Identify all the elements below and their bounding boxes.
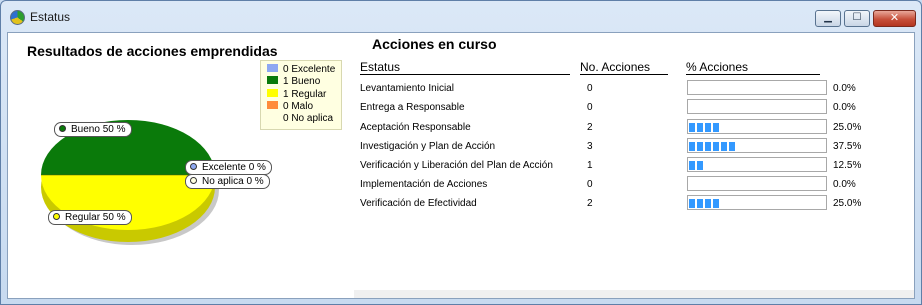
progress-fill xyxy=(689,161,705,170)
progress-bar xyxy=(687,80,827,95)
minimize-button[interactable]: ▁ xyxy=(815,10,841,27)
percent-cell: 37.5% xyxy=(833,141,862,152)
app-icon xyxy=(10,10,25,25)
count-cell: 3 xyxy=(587,141,593,152)
percent-cell: 0.0% xyxy=(833,179,856,190)
legend-label: 0 Excelente xyxy=(283,64,336,75)
window-title: Estatus xyxy=(30,10,71,24)
header-percent: % Acciones xyxy=(686,60,820,75)
count-cell: 2 xyxy=(587,122,593,133)
progress-fill xyxy=(689,142,737,151)
legend-swatch xyxy=(267,64,278,73)
percent-cell: 0.0% xyxy=(833,102,856,113)
title-bar[interactable]: Estatus ▁ ☐ ✕ xyxy=(1,1,921,31)
actions-title: Acciones en curso xyxy=(372,36,497,52)
progress-bar xyxy=(687,157,827,172)
percent-cell: 12.5% xyxy=(833,160,862,171)
status-cell: Aceptación Responsable xyxy=(360,122,471,133)
progress-fill xyxy=(689,123,721,132)
estatus-window: Estatus ▁ ☐ ✕ Resultados de acciones emp… xyxy=(0,0,922,305)
count-cell: 0 xyxy=(587,83,593,94)
count-cell: 2 xyxy=(587,198,593,209)
table-row: Verificación de Efectividad 2 25.0% xyxy=(8,195,914,217)
header-count: No. Acciones xyxy=(580,60,668,75)
percent-cell: 0.0% xyxy=(833,83,856,94)
progress-bar xyxy=(687,138,827,153)
count-cell: 0 xyxy=(587,179,593,190)
maximize-button[interactable]: ☐ xyxy=(844,10,870,27)
window-content: Resultados de acciones emprendidas 0 Exc… xyxy=(7,32,915,299)
status-cell: Verificación y Liberación del Plan de Ac… xyxy=(360,160,553,171)
progress-bar xyxy=(687,99,827,114)
bottom-panel xyxy=(354,290,914,298)
pie-chart-title: Resultados de acciones emprendidas xyxy=(27,43,278,59)
status-cell: Levantamiento Inicial xyxy=(360,83,454,94)
percent-cell: 25.0% xyxy=(833,198,862,209)
progress-bar xyxy=(687,176,827,191)
percent-cell: 25.0% xyxy=(833,122,862,133)
status-cell: Verificación de Efectividad xyxy=(360,198,477,209)
status-cell: Entrega a Responsable xyxy=(360,102,465,113)
count-cell: 0 xyxy=(587,102,593,113)
count-cell: 1 xyxy=(587,160,593,171)
progress-fill xyxy=(689,199,721,208)
close-button[interactable]: ✕ xyxy=(873,10,916,27)
status-cell: Implementación de Acciones xyxy=(360,179,488,190)
progress-bar xyxy=(687,119,827,134)
status-cell: Investigación y Plan de Acción xyxy=(360,141,496,152)
legend-item-excelente: 0 Excelente xyxy=(267,64,335,75)
progress-bar xyxy=(687,195,827,210)
header-status: Estatus xyxy=(360,60,570,75)
